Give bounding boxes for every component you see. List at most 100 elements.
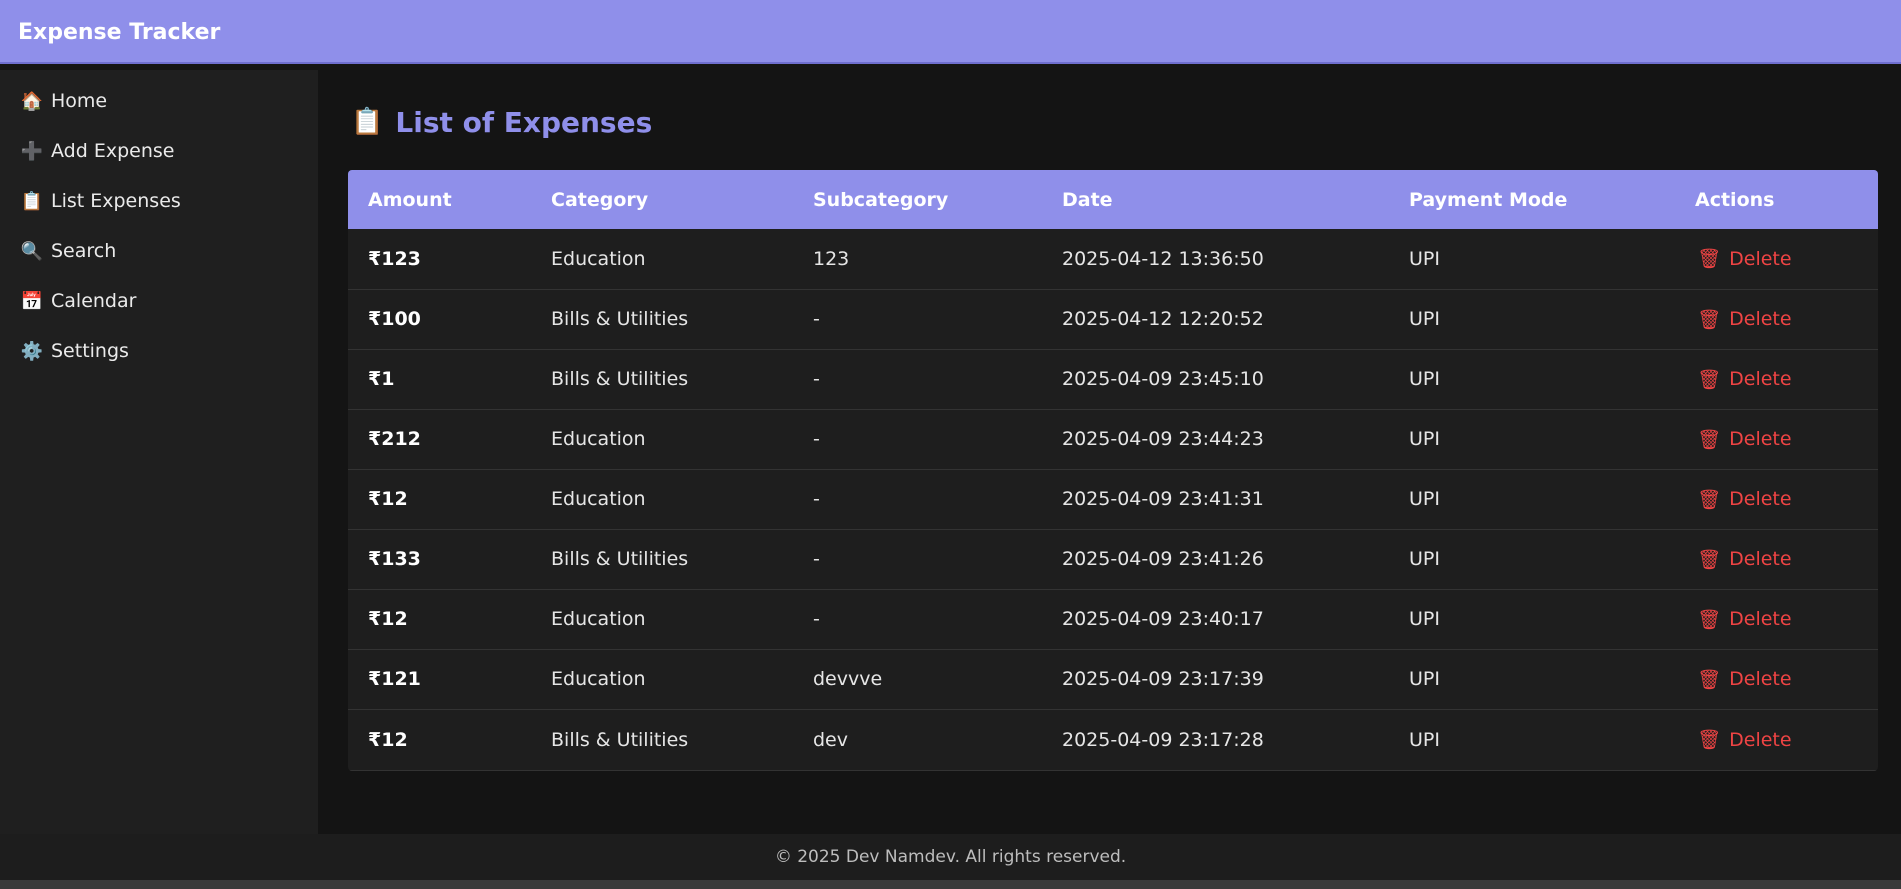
table-row: ₹212 Education - 2025-04-09 23:44:23 UPI 🗑 Del…: [348, 409, 1878, 469]
table-row: ₹121 Education devvve 2025-04-09 23:17:39 UP…: [348, 649, 1878, 709]
delete-label: Delete: [1729, 368, 1792, 390]
copyright-text: © 2025 Dev Namdev. All rights reserved.: [774, 847, 1127, 867]
cell-amount: ₹1: [368, 368, 395, 390]
delete-label: Delete: [1729, 308, 1792, 330]
sidebar-item-label: Calendar: [51, 290, 137, 312]
cell-category: Bills & Utilities: [551, 548, 689, 570]
clipboard-icon: 📋: [20, 190, 44, 212]
sidebar-item-label: Settings: [51, 340, 129, 362]
delete-button[interactable]: 🗑 Delete: [1695, 608, 1792, 631]
delete-label: Delete: [1729, 608, 1792, 630]
cell-date: 2025-04-12 12:20:52: [1062, 308, 1264, 330]
cell-date: 2025-04-09 23:41:26: [1062, 548, 1264, 570]
plus-icon: ➕: [20, 140, 44, 162]
footer: © 2025 Dev Namdev. All rights reserved.: [0, 834, 1901, 880]
gear-icon: ⚙️: [20, 340, 44, 362]
sidebar-item-home[interactable]: 🏠 Home: [20, 86, 107, 116]
delete-label: Delete: [1729, 488, 1792, 510]
delete-button[interactable]: 🗑 Delete: [1695, 308, 1792, 331]
cell-category: Education: [551, 668, 646, 690]
cell-amount: ₹123: [368, 247, 421, 270]
table-row: ₹12 Bills & Utilities dev 2025-04-09 23:17:…: [348, 709, 1878, 770]
trash-icon: 🗑: [1697, 608, 1722, 631]
sidebar-item-list-expenses[interactable]: 📋 List Expenses: [20, 186, 181, 216]
cell-date: 2025-04-09 23:44:23: [1062, 428, 1264, 450]
cell-subcategory: devvve: [813, 668, 883, 690]
cell-subcategory: 123: [813, 247, 850, 270]
column-header-subcategory: Subcategory: [813, 188, 949, 211]
delete-button[interactable]: 🗑 Delete: [1695, 488, 1792, 511]
cell-payment-mode: UPI: [1409, 668, 1440, 690]
cell-category: Bills & Utilities: [551, 308, 689, 330]
cell-payment-mode: UPI: [1409, 488, 1440, 510]
cell-date: 2025-04-09 23:40:17: [1062, 608, 1264, 630]
cell-date: 2025-04-09 23:45:10: [1062, 368, 1264, 390]
cell-payment-mode: UPI: [1409, 247, 1440, 270]
page-title-text: List of Expenses: [395, 105, 653, 139]
sidebar-item-label: List Expenses: [51, 190, 181, 212]
cell-amount: ₹212: [368, 428, 421, 450]
delete-button[interactable]: 🗑 Delete: [1695, 368, 1792, 391]
cell-date: 2025-04-09 23:41:31: [1062, 488, 1264, 510]
sidebar-item-calendar[interactable]: 📅 Calendar: [20, 286, 137, 316]
cell-subcategory: -: [813, 548, 820, 570]
sidebar-item-add-expense[interactable]: ➕ Add Expense: [20, 136, 175, 166]
cell-category: Education: [551, 428, 646, 450]
cell-payment-mode: UPI: [1409, 308, 1440, 330]
main-content: 📋 List of Expenses Amount Category Subca…: [318, 70, 1901, 834]
sidebar-item-label: Add Expense: [51, 140, 175, 162]
cell-payment-mode: UPI: [1409, 608, 1440, 630]
table-row: ₹123 Education 123 2025-04-12 13:36:50 UPI 🗑 D…: [348, 229, 1878, 289]
sidebar-item-search[interactable]: 🔍 Search: [20, 236, 117, 266]
cell-amount: ₹133: [368, 548, 421, 570]
table-row: ₹1 Bills & Utilities - 2025-04-09 23:45:10 U…: [348, 349, 1878, 409]
expenses-table: Amount Category Subcategory Date Payment…: [348, 170, 1878, 771]
cell-category: Education: [551, 488, 646, 510]
app-title[interactable]: Expense Tracker: [18, 20, 220, 45]
sidebar-item-settings[interactable]: ⚙️ Settings: [20, 336, 129, 366]
trash-icon: 🗑: [1697, 428, 1722, 451]
table-row: ₹12 Education - 2025-04-09 23:41:31 UPI 🗑 Dele…: [348, 469, 1878, 529]
column-header-amount: Amount: [368, 188, 452, 211]
delete-button[interactable]: 🗑 Delete: [1695, 668, 1792, 691]
sidebar-item-label: Search: [51, 240, 117, 262]
top-bar: Expense Tracker: [0, 0, 1901, 64]
cell-date: 2025-04-09 23:17:28: [1062, 728, 1264, 751]
column-header-date: Date: [1062, 188, 1113, 211]
trash-icon: 🗑: [1697, 548, 1722, 571]
cell-amount: ₹121: [368, 668, 421, 690]
table-row: ₹100 Bills & Utilities - 2025-04-12 12:20:5…: [348, 289, 1878, 349]
delete-label: Delete: [1729, 247, 1792, 270]
cell-subcategory: dev: [813, 728, 848, 751]
delete-label: Delete: [1729, 728, 1792, 751]
delete-button[interactable]: 🗑 Delete: [1695, 548, 1792, 571]
cell-amount: ₹100: [368, 308, 421, 330]
delete-button[interactable]: 🗑 Delete: [1695, 428, 1792, 451]
cell-actions: 🗑 Delete: [1675, 409, 1878, 469]
cell-actions: 🗑 Delete: [1675, 649, 1878, 709]
cell-actions: 🗑 Delete: [1675, 589, 1878, 649]
cell-subcategory: -: [813, 368, 820, 390]
cell-amount: ₹12: [368, 728, 408, 751]
cell-actions: 🗑 Delete: [1675, 529, 1878, 589]
home-icon: 🏠: [20, 90, 44, 112]
trash-icon: 🗑: [1697, 488, 1722, 511]
delete-button[interactable]: 🗑 Delete: [1695, 247, 1792, 271]
cell-actions: 🗑 Delete: [1675, 229, 1878, 289]
delete-button[interactable]: 🗑 Delete: [1695, 728, 1792, 752]
cell-category: Education: [551, 247, 646, 270]
trash-icon: 🗑: [1697, 308, 1722, 331]
cell-actions: 🗑 Delete: [1675, 469, 1878, 529]
cell-amount: ₹12: [368, 608, 408, 630]
cell-subcategory: -: [813, 488, 820, 510]
sidebar-item-label: Home: [51, 90, 108, 112]
cell-subcategory: -: [813, 428, 820, 450]
table-row: ₹12 Education - 2025-04-09 23:40:17 UPI 🗑 Dele…: [348, 589, 1878, 649]
cell-subcategory: -: [813, 308, 820, 330]
cell-category: Bills & Utilities: [551, 368, 689, 390]
cell-category: Education: [551, 608, 646, 630]
delete-label: Delete: [1729, 428, 1792, 450]
table-header-row: Amount Category Subcategory Date Payment…: [348, 170, 1878, 229]
page-title: 📋 List of Expenses: [351, 102, 652, 142]
cell-amount: ₹12: [368, 488, 408, 510]
